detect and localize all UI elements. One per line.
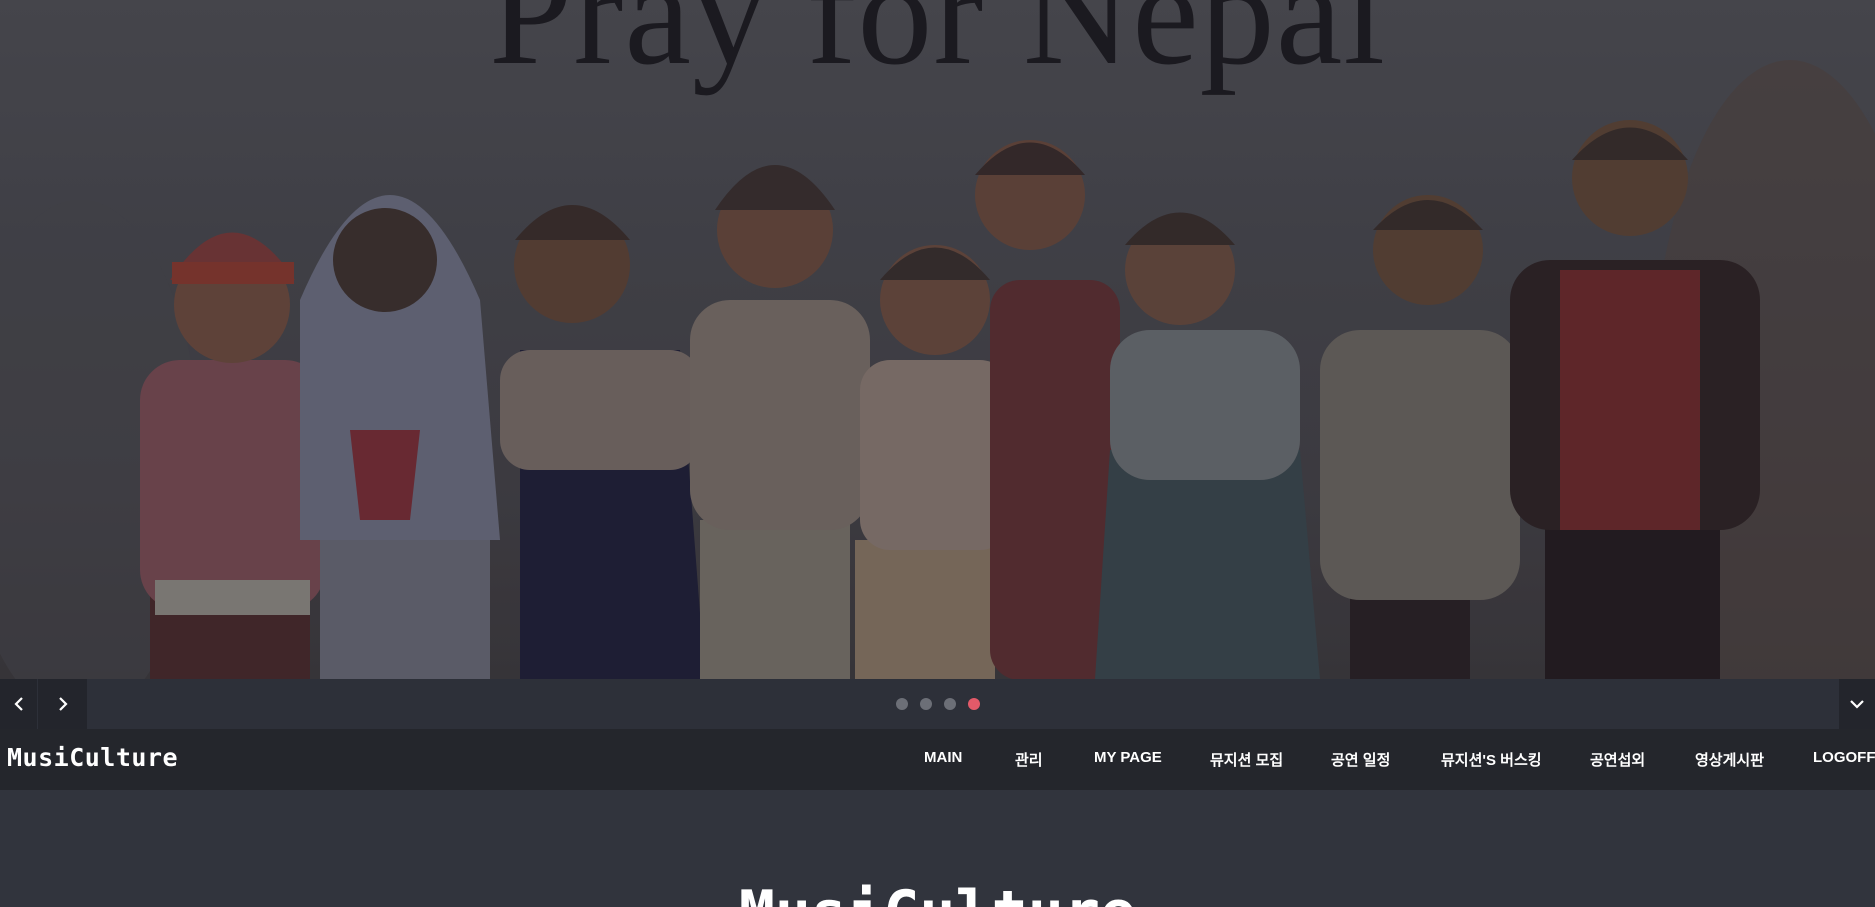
brand-logo[interactable]: MusiCulture (7, 743, 178, 772)
nav-item-busking[interactable]: 뮤지션'S 버스킹 (1441, 749, 1542, 770)
nav-item-my-page[interactable]: MY PAGE (1094, 749, 1162, 766)
slider-controls (0, 679, 1875, 729)
slide-dot-4[interactable] (967, 698, 980, 710)
section-title: MusiCulture (0, 878, 1875, 907)
nav-item-musician-recruit[interactable]: 뮤지션 모집 (1210, 749, 1283, 770)
nav-item-booking[interactable]: 공연섭외 (1590, 749, 1645, 770)
slide-dot-1[interactable] (895, 698, 908, 710)
top-navbar: MusiCulture MAIN 관리 MY PAGE 뮤지션 모집 공연 일정… (0, 729, 1875, 790)
nav-item-logoff[interactable]: LOGOFF (1813, 749, 1875, 766)
main-content: MusiCulture (0, 790, 1875, 907)
nav-item-concert-schedule[interactable]: 공연 일정 (1331, 749, 1390, 770)
slider-collapse-button[interactable] (1839, 679, 1875, 729)
nav-item-admin[interactable]: 관리 (1015, 749, 1043, 770)
slide-dot-3[interactable] (943, 698, 956, 710)
hero-slide: Pray for Nepal (0, 0, 1875, 679)
slider-pagination (0, 698, 1875, 710)
slide-dot-2[interactable] (919, 698, 932, 710)
nav-item-main[interactable]: MAIN (924, 749, 962, 766)
chevron-down-icon (1850, 700, 1864, 709)
nav-item-video-board[interactable]: 영상게시판 (1695, 749, 1764, 770)
